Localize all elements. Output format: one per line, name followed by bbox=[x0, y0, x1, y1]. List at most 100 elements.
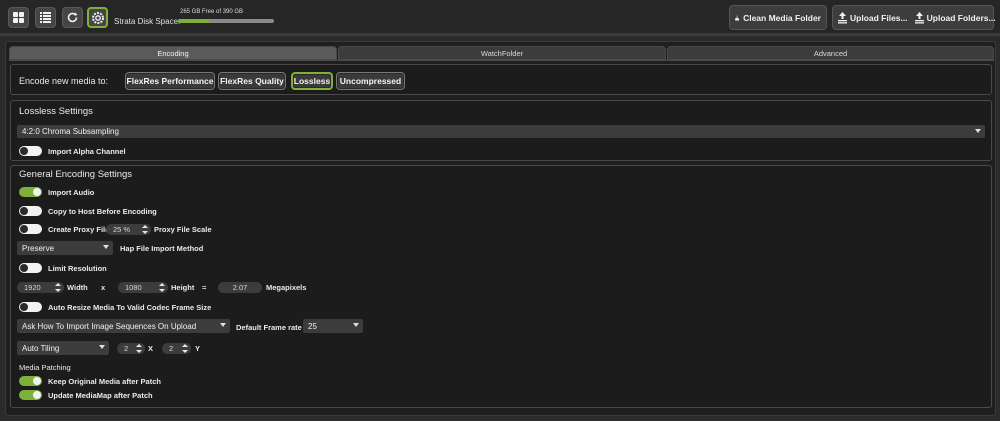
disk-usage-fill bbox=[178, 19, 209, 23]
top-toolbar: Strata Disk Space: 265 GB Free of 390 GB… bbox=[0, 0, 1000, 36]
frame-rate-value: 25 bbox=[308, 321, 317, 331]
width-label: Width bbox=[67, 283, 88, 292]
disk-usage-bar bbox=[178, 19, 274, 23]
stepper-arrows-icon[interactable] bbox=[142, 225, 148, 234]
frame-rate-dropdown[interactable]: 25 bbox=[303, 319, 363, 333]
disk-space-label: Strata Disk Space: bbox=[114, 17, 181, 26]
clean-media-folder-label: Clean Media Folder bbox=[743, 12, 821, 23]
tab-underline bbox=[9, 60, 994, 61]
proxy-scale-label: Proxy File Scale bbox=[154, 225, 212, 234]
general-settings-title: General Encoding Settings bbox=[19, 169, 133, 180]
megapixels-value: 2.07 bbox=[218, 282, 262, 293]
lossless-settings-title: Lossless Settings bbox=[19, 106, 93, 117]
stepper-arrows-icon[interactable] bbox=[55, 283, 61, 292]
limit-resolution-toggle[interactable] bbox=[19, 263, 42, 273]
limit-resolution-label: Limit Resolution bbox=[48, 264, 107, 273]
settings-button[interactable] bbox=[87, 7, 108, 28]
megapixels-number: 2.07 bbox=[232, 283, 248, 292]
proxy-scale-value: 25 % bbox=[113, 225, 131, 234]
refresh-button[interactable] bbox=[62, 7, 83, 28]
tiling-value: Auto Tiling bbox=[22, 343, 60, 353]
upload-folders-label: Upload Folders... bbox=[926, 12, 996, 23]
keep-original-toggle[interactable] bbox=[19, 376, 42, 386]
encode-option-label: Lossless bbox=[293, 76, 331, 86]
tab-watchfolder-label: WatchFolder bbox=[480, 48, 524, 58]
tiling-x-stepper[interactable]: 2 bbox=[117, 343, 145, 354]
import-alpha-label: Import Alpha Channel bbox=[48, 147, 126, 156]
stepper-arrows-icon[interactable] bbox=[159, 283, 165, 292]
create-proxy-label: Create Proxy File bbox=[48, 225, 110, 234]
copy-to-host-toggle[interactable] bbox=[19, 206, 42, 216]
encode-option-label: Uncompressed bbox=[339, 76, 402, 86]
update-mediamap-label: Update MediaMap after Patch bbox=[48, 391, 153, 400]
chevron-down-icon bbox=[353, 323, 359, 327]
upload-folder-icon bbox=[914, 11, 924, 23]
times-separator: x bbox=[101, 283, 106, 292]
tiling-y-label: Y bbox=[195, 344, 201, 353]
frame-rate-label: Default Frame rate bbox=[236, 323, 302, 332]
equals-separator: = bbox=[202, 283, 207, 292]
chevron-down-icon bbox=[99, 345, 105, 349]
tab-advanced-label: Advanced bbox=[813, 48, 848, 58]
keep-original-label: Keep Original Media after Patch bbox=[48, 377, 161, 386]
tiling-dropdown[interactable]: Auto Tiling bbox=[17, 341, 109, 355]
tab-watchfolder[interactable]: WatchFolder bbox=[338, 46, 666, 60]
image-sequence-value: Ask How To Import Image Sequences On Upl… bbox=[22, 321, 197, 331]
list-icon bbox=[40, 12, 51, 23]
copy-to-host-label: Copy to Host Before Encoding bbox=[48, 207, 157, 216]
upload-folders-button[interactable]: Upload Folders... bbox=[914, 11, 996, 24]
gear-icon bbox=[91, 11, 104, 24]
height-value: 1080 bbox=[125, 283, 142, 292]
tiling-y-stepper[interactable]: 2 bbox=[162, 343, 191, 354]
height-stepper[interactable]: 1080 bbox=[118, 282, 168, 293]
grid-icon bbox=[13, 12, 24, 23]
image-sequence-dropdown[interactable]: Ask How To Import Image Sequences On Upl… bbox=[17, 319, 230, 333]
hap-import-label: Hap File Import Method bbox=[120, 244, 204, 253]
chevron-down-icon bbox=[220, 323, 226, 327]
auto-resize-toggle[interactable] bbox=[19, 302, 42, 312]
import-audio-label: Import Audio bbox=[48, 188, 95, 197]
encode-flexres-performance-button[interactable]: FlexRes Performance bbox=[125, 72, 215, 90]
encode-option-label: FlexRes Performance bbox=[126, 76, 214, 86]
upload-files-button[interactable]: Upload Files... bbox=[838, 11, 908, 24]
encode-flexres-quality-button[interactable]: FlexRes Quality bbox=[218, 72, 286, 90]
media-patching-title: Media Patching bbox=[19, 363, 71, 372]
chevron-down-icon bbox=[103, 245, 109, 249]
megapixels-label: Megapixels bbox=[266, 283, 307, 292]
tab-encoding-label: Encoding bbox=[157, 48, 189, 58]
tab-encoding[interactable]: Encoding bbox=[9, 46, 337, 60]
encode-option-label: FlexRes Quality bbox=[220, 76, 284, 86]
hap-import-dropdown[interactable]: Preserve bbox=[17, 241, 113, 255]
height-label: Height bbox=[171, 283, 195, 292]
import-audio-toggle[interactable] bbox=[19, 187, 42, 197]
list-view-button[interactable] bbox=[35, 7, 56, 28]
disk-free-text: 265 GB Free of 390 GB bbox=[180, 9, 244, 15]
settings-panel: Encoding WatchFolder Advanced Encode new… bbox=[5, 41, 996, 416]
grid-view-button[interactable] bbox=[8, 7, 29, 28]
chroma-subsampling-dropdown[interactable]: 4:2:0 Chroma Subsampling bbox=[17, 125, 985, 138]
auto-resize-label: Auto Resize Media To Valid Codec Frame S… bbox=[48, 303, 212, 312]
refresh-icon bbox=[67, 12, 78, 23]
broom-icon bbox=[735, 15, 740, 20]
upload-icon bbox=[838, 11, 847, 23]
encode-lossless-button[interactable]: Lossless bbox=[291, 72, 333, 90]
width-stepper[interactable]: 1920 bbox=[17, 282, 64, 293]
tab-advanced[interactable]: Advanced bbox=[667, 46, 994, 60]
upload-files-label: Upload Files... bbox=[850, 12, 908, 23]
create-proxy-toggle[interactable] bbox=[19, 224, 42, 234]
chroma-subsampling-value: 4:2:0 Chroma Subsampling bbox=[22, 127, 119, 136]
import-alpha-toggle[interactable] bbox=[19, 146, 42, 156]
clean-media-folder-button[interactable]: Clean Media Folder bbox=[729, 5, 827, 30]
tiling-y-value: 2 bbox=[169, 344, 174, 353]
stepper-arrows-icon[interactable] bbox=[136, 344, 142, 353]
stepper-arrows-icon[interactable] bbox=[182, 344, 188, 353]
proxy-scale-stepper[interactable]: 25 % bbox=[106, 224, 151, 235]
upload-group: Upload Files... Upload Folders... bbox=[832, 5, 996, 30]
tiling-x-label: X bbox=[148, 344, 154, 353]
tiling-x-value: 2 bbox=[124, 344, 129, 353]
encode-label: Encode new media to: bbox=[19, 76, 109, 86]
width-value: 1920 bbox=[24, 283, 41, 292]
encode-uncompressed-button[interactable]: Uncompressed bbox=[336, 72, 405, 90]
update-mediamap-toggle[interactable] bbox=[19, 390, 42, 400]
chevron-down-icon bbox=[975, 129, 981, 133]
